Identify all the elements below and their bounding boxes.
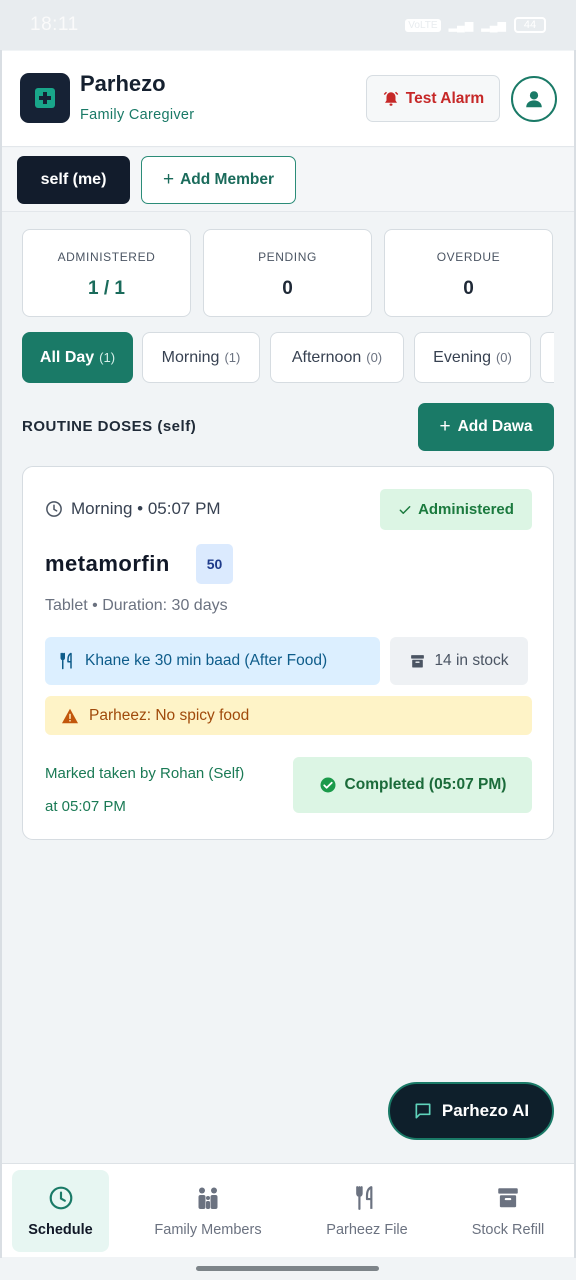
strength-badge: 50 [196,544,233,584]
member-selector: self (me) + Add Member [2,148,574,212]
dose-time-label: Morning • 05:07 PM [71,499,221,518]
nav-label: Parheez File [326,1222,408,1238]
stat-value: 0 [463,278,474,299]
battery-icon: 44 [514,17,546,33]
medicine-meta: Tablet • Duration: 30 days [45,597,228,614]
medicine-name: metamorfin [45,551,170,576]
parheez-warning-label: Parheez: No spicy food [89,706,250,724]
test-alarm-label: Test Alarm [405,89,485,107]
app-header: Parhezo Family Caregiver Test Alarm [2,51,574,147]
status-icons: VoLTE ▂▄▆ ▂▄▆ 44 [405,17,546,33]
tab-count: (0) [495,350,512,365]
stat-overdue: OVERDUE 0 [384,229,553,317]
tab-morning[interactable]: Morning (1) [142,332,260,383]
plus-icon: + [439,416,451,437]
status-time: 18:11 [30,14,79,35]
stat-label: ADMINISTERED [57,250,156,264]
nav-family-members[interactable]: Family Members [140,1170,276,1252]
member-chip-self[interactable]: self (me) [17,156,130,204]
stock-count-label: 14 in stock [434,652,509,669]
nav-schedule[interactable]: Schedule [12,1170,109,1252]
tab-count: (0) [366,350,383,365]
bottom-nav: Schedule Family Members Parheez File Sto… [2,1163,574,1257]
add-member-button[interactable]: + Add Member [141,156,296,204]
marked-taken-note: Marked taken by Rohan (Self) at 05:07 PM [45,757,295,823]
check-icon [399,505,411,514]
stat-pending: PENDING 0 [203,229,372,317]
stat-label: OVERDUE [436,250,501,264]
status-badge-label: Administered [418,501,514,518]
alarm-icon [383,91,399,106]
clock-icon [46,501,62,517]
stat-value: 1 / 1 [88,278,125,299]
nav-label: Stock Refill [471,1222,545,1238]
archive-icon [495,1184,521,1212]
app-subtitle: Family Caregiver [80,107,195,123]
tab-evening[interactable]: Evening (0) [414,332,531,383]
tab-all-day[interactable]: All Day (1) [22,332,133,383]
tab-label: Afternoon [291,348,362,366]
user-icon [526,91,542,108]
archive-icon [411,654,425,668]
utensils-icon [354,1184,380,1212]
profile-button[interactable] [511,76,557,122]
home-indicator[interactable] [196,1266,379,1271]
tab-more[interactable] [540,332,554,383]
app-title: Parhezo [80,71,166,96]
parhezo-ai-label: Parhezo AI [441,1101,530,1120]
signal-icon-2: ▂▄▆ [481,19,506,32]
nav-label: Schedule [28,1222,93,1238]
nav-stock-refill[interactable]: Stock Refill [458,1170,558,1252]
time-filter-tabs: All Day (1) Morning (1) Afternoon (0) Ev… [22,332,554,384]
tab-count: (1) [99,350,116,365]
chat-icon [415,1103,431,1119]
medical-cross-icon [35,88,55,108]
tab-label: Evening [433,348,491,366]
app-logo [20,73,70,123]
utensils-icon [60,652,72,670]
network-chip: VoLTE [405,18,441,32]
dose-card: Morning • 05:07 PM Administered metamorf… [22,466,554,840]
add-dawa-button[interactable]: + Add Dawa [418,403,554,451]
status-bar: 18:11 VoLTE ▂▄▆ ▂▄▆ 44 [0,0,576,50]
parhezo-ai-button[interactable]: Parhezo AI [388,1082,554,1140]
tab-count: (1) [224,350,241,365]
warning-icon [62,708,78,723]
stat-administered: ADMINISTERED 1 / 1 [22,229,191,317]
food-instruction-label: Khane ke 30 min baad (After Food) [85,652,328,669]
test-alarm-button[interactable]: Test Alarm [366,75,500,122]
completed-label: Completed (05:07 PM) [344,776,507,793]
check-circle-icon [320,777,336,793]
stat-label: PENDING [258,250,317,264]
plus-icon: + [163,169,175,190]
nav-parheez-file[interactable]: Parheez File [312,1170,422,1252]
completed-badge: Completed (05:07 PM) [293,757,532,813]
section-title: ROUTINE DOSES (self) [22,418,197,435]
food-instruction: Khane ke 30 min baad (After Food) [45,637,380,685]
stat-value: 0 [282,278,293,299]
tab-label: All Day [39,348,95,366]
marked-taken-line: Marked taken by Rohan (Self) [45,765,245,782]
dose-time: Morning • 05:07 PM [45,499,221,519]
add-dawa-label: Add Dawa [457,418,533,435]
parheez-warning: Parheez: No spicy food [45,696,532,735]
family-icon [194,1184,222,1212]
status-badge: Administered [380,489,532,530]
clock-icon [48,1184,74,1212]
tab-afternoon[interactable]: Afternoon (0) [270,332,404,383]
nav-label: Family Members [154,1222,262,1238]
marked-taken-time: at 05:07 PM [45,798,126,815]
tab-label: Morning [161,348,220,366]
signal-icon: ▂▄▆ [448,19,474,32]
add-member-label: Add Member [180,171,274,188]
stock-count: 14 in stock [390,637,528,685]
